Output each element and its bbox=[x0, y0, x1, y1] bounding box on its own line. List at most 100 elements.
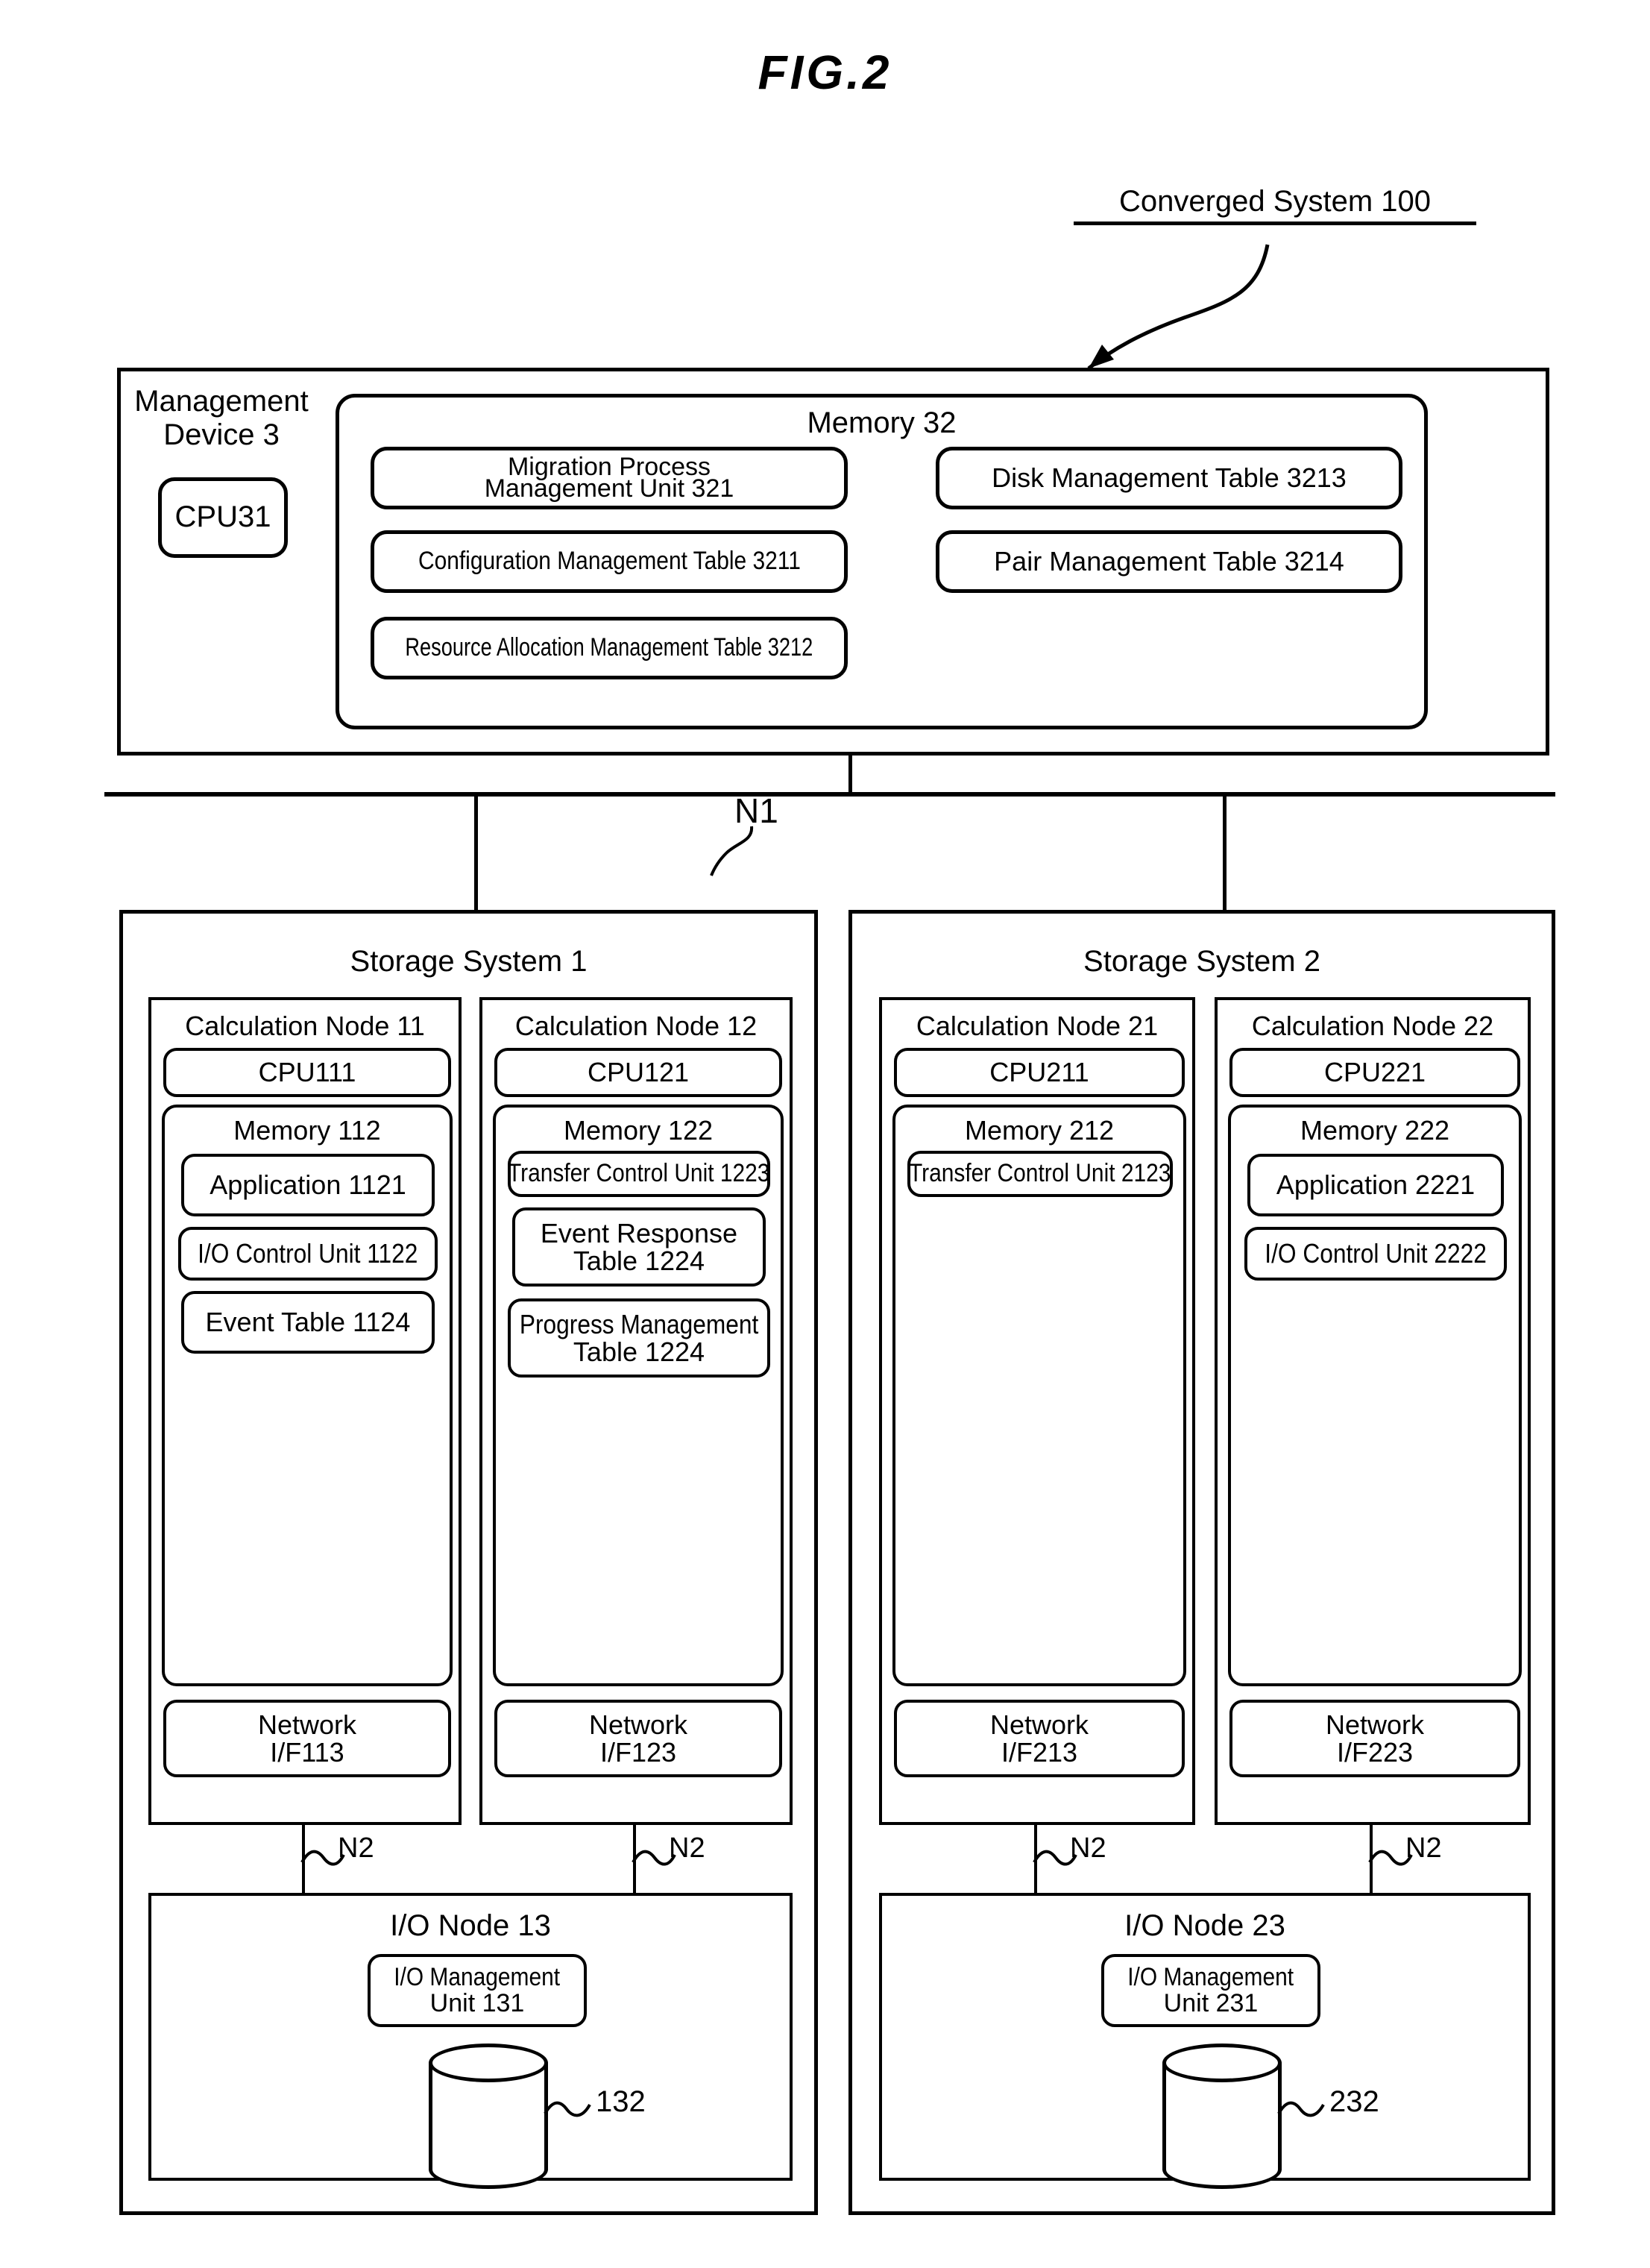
cpu221-label: CPU221 bbox=[1323, 1057, 1426, 1088]
disk-management-table-label: Disk Management Table 3213 bbox=[992, 462, 1347, 494]
n1-leader-line bbox=[710, 826, 754, 876]
storage-system-1-drop bbox=[474, 797, 478, 912]
io-control-unit-2222-label: I/O Control Unit 2222 bbox=[1265, 1238, 1487, 1269]
disk-232-label: 232 bbox=[1329, 2085, 1379, 2118]
configuration-management-table-box: Configuration Management Table 3211 bbox=[371, 530, 848, 593]
cpu121-box: CPU121 bbox=[494, 1048, 782, 1097]
io-control-unit-1122-label: I/O Control Unit 1122 bbox=[198, 1238, 418, 1269]
application-2221-box: Application 2221 bbox=[1247, 1154, 1504, 1216]
network-if-123-box: Network I/F123 bbox=[494, 1700, 782, 1777]
transfer-control-unit-1223-box: Transfer Control Unit 1223 bbox=[508, 1151, 770, 1197]
n1-label: N1 bbox=[734, 791, 778, 830]
application-1121-label: Application 1121 bbox=[210, 1169, 406, 1201]
n2-leader-21 bbox=[1033, 1850, 1077, 1866]
memory32-panel: Memory 32 Migration Process Management U… bbox=[336, 394, 1428, 729]
n2-leader-11 bbox=[300, 1850, 345, 1866]
event-table-1124-box: Event Table 1124 bbox=[181, 1291, 435, 1354]
io-management-unit-231-line2: Unit 231 bbox=[1163, 1989, 1259, 2017]
io-management-unit-131-box: I/O Management Unit 131 bbox=[368, 1954, 587, 2027]
io-management-unit-131-line1: I/O Management bbox=[394, 1962, 561, 1991]
figure-title: FIG.2 bbox=[758, 45, 892, 99]
cpu211-box: CPU211 bbox=[894, 1048, 1185, 1097]
transfer-control-unit-2123-box: Transfer Control Unit 2123 bbox=[907, 1151, 1173, 1197]
application-2221-label: Application 2221 bbox=[1276, 1169, 1476, 1201]
cpu121-label: CPU121 bbox=[587, 1057, 690, 1088]
calculation-node-21-panel: Calculation Node 21 CPU211 Memory 212 Tr… bbox=[879, 997, 1195, 1825]
calculation-node-12-label: Calculation Node 12 bbox=[514, 1011, 758, 1041]
memory-212-panel: Memory 212 Transfer Control Unit 2123 bbox=[892, 1105, 1186, 1686]
io-node-13-label: I/O Node 13 bbox=[390, 1909, 551, 1942]
event-response-table-1224-line1: Event Response bbox=[540, 1217, 738, 1248]
network-if-213-line2: I/F213 bbox=[1001, 1737, 1078, 1768]
io-management-unit-231-box: I/O Management Unit 231 bbox=[1101, 1954, 1320, 2027]
memory-212-label: Memory 212 bbox=[964, 1115, 1115, 1146]
network-if-123-line2: I/F123 bbox=[599, 1737, 677, 1768]
cpu111-box: CPU111 bbox=[163, 1048, 451, 1097]
disk-232-cylinder bbox=[1162, 2044, 1282, 2193]
calculation-node-22-panel: Calculation Node 22 CPU221 Memory 222 Ap… bbox=[1215, 997, 1531, 1825]
calculation-node-12-panel: Calculation Node 12 CPU121 Memory 122 Tr… bbox=[479, 997, 793, 1825]
network-if-213-line1: Network bbox=[989, 1709, 1089, 1740]
disk-132-label: 132 bbox=[596, 2085, 646, 2118]
configuration-management-table-label: Configuration Management Table 3211 bbox=[418, 547, 801, 576]
storage-system-2-panel: Storage System 2 Calculation Node 21 CPU… bbox=[848, 910, 1555, 2215]
storage-system-2-drop bbox=[1223, 797, 1227, 912]
calculation-node-22-label: Calculation Node 22 bbox=[1251, 1011, 1494, 1041]
io-node-23-panel: I/O Node 23 I/O Management Unit 231 232 bbox=[879, 1893, 1531, 2189]
management-device-panel: Management Device 3 CPU31 Memory 32 Migr… bbox=[117, 368, 1549, 756]
cpu31-label: CPU31 bbox=[174, 500, 271, 534]
storage-system-1-label: Storage System 1 bbox=[350, 945, 588, 978]
memory-222-panel: Memory 222 Application 2221 I/O Control … bbox=[1228, 1105, 1522, 1686]
io-management-unit-231-line1: I/O Management bbox=[1127, 1962, 1294, 1991]
memory-122-label: Memory 122 bbox=[563, 1115, 714, 1146]
event-table-1124-label: Event Table 1124 bbox=[205, 1307, 411, 1338]
pair-management-table-box: Pair Management Table 3214 bbox=[936, 530, 1402, 593]
network-if-113-line1: Network bbox=[257, 1709, 357, 1740]
cpu111-label: CPU111 bbox=[258, 1057, 356, 1088]
calculation-node-11-panel: Calculation Node 11 CPU111 Memory 112 Ap… bbox=[148, 997, 462, 1825]
network-if-223-box: Network I/F223 bbox=[1229, 1700, 1520, 1777]
storage-system-2-label: Storage System 2 bbox=[1083, 945, 1320, 978]
memory32-label: Memory 32 bbox=[807, 406, 957, 439]
progress-management-table-1224-line1: Progress Management bbox=[519, 1308, 759, 1339]
storage-system-1-panel: Storage System 1 Calculation Node 11 CPU… bbox=[119, 910, 818, 2215]
network-if-113-box: Network I/F113 bbox=[163, 1700, 451, 1777]
event-response-table-1224-box: Event Response Table 1224 bbox=[512, 1207, 766, 1287]
pair-management-table-label: Pair Management Table 3214 bbox=[994, 546, 1344, 577]
transfer-control-unit-2123-label: Transfer Control Unit 2123 bbox=[909, 1159, 1171, 1188]
transfer-control-unit-1223-label: Transfer Control Unit 1223 bbox=[508, 1159, 770, 1188]
memory-122-panel: Memory 122 Transfer Control Unit 1223 Ev… bbox=[493, 1105, 784, 1686]
cpu211-label: CPU211 bbox=[989, 1057, 1089, 1088]
memory-112-panel: Memory 112 Application 1121 I/O Control … bbox=[162, 1105, 453, 1686]
calculation-node-21-label: Calculation Node 21 bbox=[916, 1011, 1159, 1041]
application-1121-box: Application 1121 bbox=[181, 1154, 435, 1216]
cpu221-box: CPU221 bbox=[1229, 1048, 1520, 1097]
n2-leader-12 bbox=[632, 1850, 676, 1866]
io-control-unit-2222-box: I/O Control Unit 2222 bbox=[1244, 1227, 1507, 1281]
network-if-223-line2: I/F223 bbox=[1336, 1737, 1414, 1768]
network-if-123-line1: Network bbox=[588, 1709, 688, 1740]
n2-leader-22 bbox=[1368, 1850, 1413, 1866]
event-response-table-1224-line2: Table 1224 bbox=[573, 1245, 705, 1276]
resource-allocation-management-table-box: Resource Allocation Management Table 321… bbox=[371, 617, 848, 679]
memory-222-label: Memory 222 bbox=[1300, 1115, 1450, 1146]
converged-system-callout-label: Converged System 100 bbox=[1074, 185, 1476, 225]
progress-management-table-1224-box: Progress Management Table 1224 bbox=[508, 1298, 770, 1378]
n1-vertical-drop bbox=[848, 756, 852, 797]
io-control-unit-1122-box: I/O Control Unit 1122 bbox=[178, 1227, 438, 1281]
migration-process-management-unit-box: Migration Process Management Unit 321 bbox=[371, 447, 848, 509]
network-if-113-line2: I/F113 bbox=[270, 1737, 344, 1768]
disk-management-table-box: Disk Management Table 3213 bbox=[936, 447, 1402, 509]
io-node-13-panel: I/O Node 13 I/O Management Unit 131 132 bbox=[148, 1893, 793, 2189]
memory-112-label: Memory 112 bbox=[233, 1115, 381, 1146]
network-if-213-box: Network I/F213 bbox=[894, 1700, 1185, 1777]
converged-system-callout-arrow bbox=[1087, 244, 1270, 370]
resource-allocation-management-table-label: Resource Allocation Management Table 321… bbox=[405, 633, 813, 662]
management-device-label: Management Device 3 bbox=[134, 385, 309, 451]
disk-132-cylinder bbox=[429, 2044, 548, 2193]
io-node-23-label: I/O Node 23 bbox=[1124, 1909, 1285, 1942]
progress-management-table-1224-line2: Table 1224 bbox=[573, 1336, 705, 1367]
cpu31-box: CPU31 bbox=[158, 477, 288, 558]
network-if-223-line1: Network bbox=[1325, 1709, 1425, 1740]
n1-bus-line bbox=[104, 792, 1555, 797]
